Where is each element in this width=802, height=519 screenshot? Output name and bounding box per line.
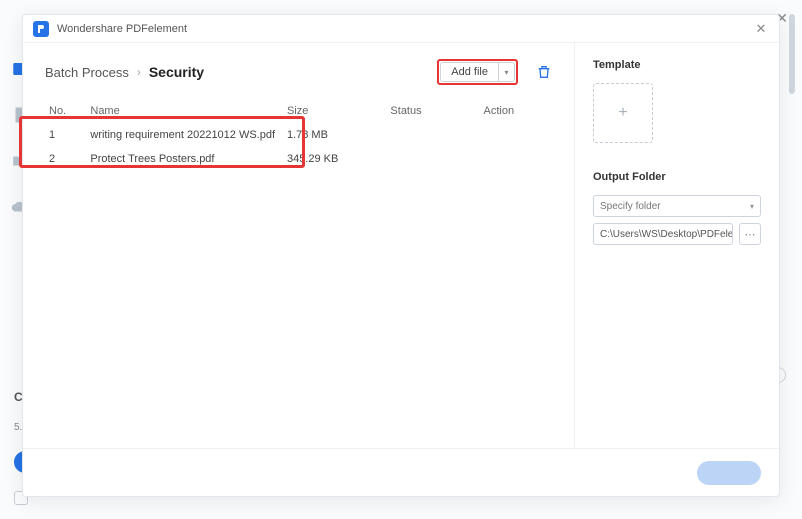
titlebar: Wondershare PDFelement ✕ [23,15,779,43]
cell-size: 345.29 KB [283,147,386,171]
col-action: Action [480,99,552,123]
file-table: No. Name Size Status Action 1 writing re… [45,99,552,171]
cell-size: 1.78 MB [283,123,386,147]
cell-status [386,147,479,171]
output-path-field[interactable]: C:\Users\WS\Desktop\PDFelement\Sec [593,223,733,245]
folder-mode-select[interactable]: Specify folder ▾ [593,195,761,217]
cell-action [480,123,552,147]
add-file-label: Add file [441,66,498,78]
window-title: Wondershare PDFelement [57,23,753,35]
table-row[interactable]: 1 writing requirement 20221012 WS.pdf 1.… [45,123,552,147]
output-path-text: C:\Users\WS\Desktop\PDFelement\Sec [600,229,733,240]
chevron-right-icon: › [137,65,141,79]
output-folder-title: Output Folder [593,171,761,183]
col-no: No. [45,99,86,123]
dialog-body: Batch Process › Security Add file ▾ [23,43,779,448]
content-scrollbar[interactable] [789,14,795,94]
template-section-title: Template [593,59,761,71]
add-template-button[interactable]: + [593,83,653,143]
output-path-row: C:\Users\WS\Desktop\PDFelement\Sec ⋯ [593,223,761,245]
chevron-down-icon: ▾ [750,202,754,211]
cell-no: 1 [45,123,86,147]
breadcrumb-current: Security [149,64,204,80]
table-header-row: No. Name Size Status Action [45,99,552,123]
col-status: Status [386,99,479,123]
main-panel: Batch Process › Security Add file ▾ [23,43,574,448]
cell-status [386,123,479,147]
main-header: Batch Process › Security Add file ▾ [45,59,552,85]
folder-mode-value: Specify folder [600,201,661,212]
chevron-down-icon[interactable]: ▾ [498,63,514,81]
app-icon [33,21,49,37]
table-row[interactable]: 2 Protect Trees Posters.pdf 345.29 KB [45,147,552,171]
dialog-footer [23,448,779,496]
clear-trash-icon[interactable] [536,64,552,80]
col-name: Name [86,99,283,123]
add-file-highlight: Add file ▾ [437,59,518,85]
close-icon[interactable]: ✕ [753,21,769,37]
browse-button[interactable]: ⋯ [739,223,761,245]
batch-dialog: Wondershare PDFelement ✕ Batch Process ›… [22,14,780,497]
app-window: ✕ Cl 5.8 Wondershare PDFelement ✕ [0,0,802,519]
cell-action [480,147,552,171]
breadcrumb-root[interactable]: Batch Process [45,65,129,80]
cell-name: Protect Trees Posters.pdf [86,147,283,171]
cell-no: 2 [45,147,86,171]
col-size: Size [283,99,386,123]
side-panel: Template + Output Folder Specify folder … [574,43,779,448]
cell-name: writing requirement 20221012 WS.pdf [86,123,283,147]
apply-button[interactable] [697,461,761,485]
add-file-button[interactable]: Add file ▾ [440,62,515,82]
